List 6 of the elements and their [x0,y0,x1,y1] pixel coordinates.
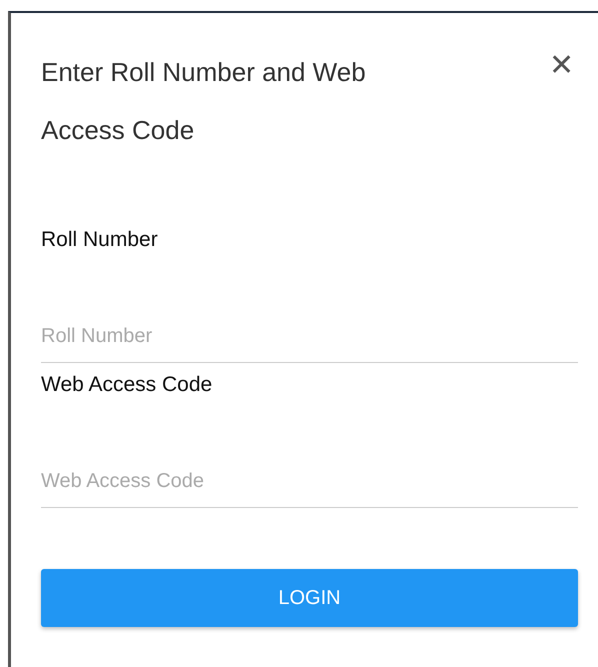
input-field[interactable]: Web Access Code [41,470,578,508]
close-button[interactable]: ✕ [549,51,574,81]
field-label: Roll Number [41,227,159,253]
dialog-title: Enter Roll Number and Web Access Code [41,56,367,147]
input-field[interactable]: Roll Number [41,325,578,363]
field-label: Web Access Code [41,372,214,398]
